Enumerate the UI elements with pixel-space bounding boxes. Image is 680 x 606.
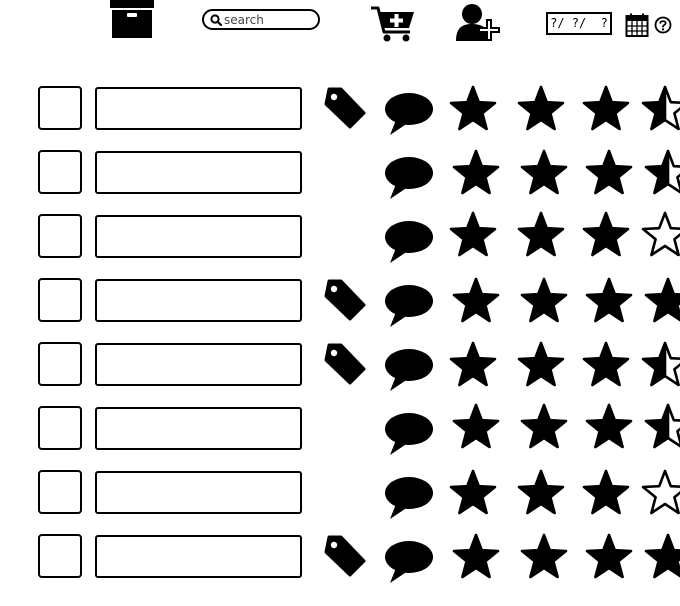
row-checkbox[interactable] bbox=[38, 342, 82, 386]
star-full-icon[interactable] bbox=[452, 533, 500, 579]
row-text-field[interactable] bbox=[95, 87, 302, 130]
list-item bbox=[0, 341, 680, 405]
star-full-icon[interactable] bbox=[585, 149, 633, 195]
comment-icon[interactable] bbox=[384, 539, 434, 585]
star-half-icon[interactable] bbox=[641, 341, 680, 387]
star-half-icon[interactable] bbox=[644, 149, 680, 195]
star-full-icon[interactable] bbox=[517, 85, 565, 131]
list-item bbox=[0, 533, 680, 597]
row-text-field[interactable] bbox=[95, 471, 302, 514]
row-checkbox[interactable] bbox=[38, 278, 82, 322]
star-full-icon[interactable] bbox=[449, 211, 497, 257]
tag-icon[interactable] bbox=[323, 278, 367, 322]
row-checkbox[interactable] bbox=[38, 214, 82, 258]
star-full-icon[interactable] bbox=[452, 277, 500, 323]
star-full-icon[interactable] bbox=[520, 403, 568, 449]
star-full-icon[interactable] bbox=[585, 403, 633, 449]
comment-icon[interactable] bbox=[384, 155, 434, 201]
tag-icon[interactable] bbox=[323, 86, 367, 130]
star-full-icon[interactable] bbox=[452, 149, 500, 195]
star-full-icon[interactable] bbox=[582, 211, 630, 257]
tag-icon[interactable] bbox=[323, 342, 367, 386]
star-full-icon[interactable] bbox=[517, 341, 565, 387]
list-item bbox=[0, 149, 680, 213]
star-full-icon[interactable] bbox=[644, 533, 680, 579]
star-full-icon[interactable] bbox=[520, 533, 568, 579]
comment-icon[interactable] bbox=[384, 347, 434, 393]
row-text-field[interactable] bbox=[95, 407, 302, 450]
row-checkbox[interactable] bbox=[38, 150, 82, 194]
add-user-icon[interactable] bbox=[455, 2, 505, 42]
row-checkbox[interactable] bbox=[38, 534, 82, 578]
help-icon[interactable] bbox=[654, 16, 672, 34]
tag-icon[interactable] bbox=[323, 534, 367, 578]
star-full-icon[interactable] bbox=[449, 469, 497, 515]
row-text-field[interactable] bbox=[95, 151, 302, 194]
comment-icon[interactable] bbox=[384, 283, 434, 329]
list-item bbox=[0, 211, 680, 277]
star-half-icon[interactable] bbox=[641, 85, 680, 131]
star-full-icon[interactable] bbox=[449, 85, 497, 131]
comment-icon[interactable] bbox=[384, 411, 434, 457]
calendar-icon[interactable] bbox=[625, 13, 649, 37]
star-full-icon[interactable] bbox=[585, 533, 633, 579]
row-text-field[interactable] bbox=[95, 343, 302, 386]
add-to-cart-icon[interactable] bbox=[370, 3, 418, 43]
star-empty-icon[interactable] bbox=[641, 211, 680, 257]
row-text-field[interactable] bbox=[95, 215, 302, 258]
star-full-icon[interactable] bbox=[585, 277, 633, 323]
row-checkbox[interactable] bbox=[38, 406, 82, 450]
comment-icon[interactable] bbox=[384, 475, 434, 521]
star-full-icon[interactable] bbox=[452, 403, 500, 449]
comment-icon[interactable] bbox=[384, 91, 434, 137]
star-full-icon[interactable] bbox=[582, 85, 630, 131]
search-box[interactable] bbox=[202, 9, 320, 30]
star-full-icon[interactable] bbox=[582, 469, 630, 515]
star-half-icon[interactable] bbox=[644, 403, 680, 449]
star-full-icon[interactable] bbox=[517, 211, 565, 257]
archive-box-icon[interactable] bbox=[109, 0, 155, 40]
list-item bbox=[0, 277, 680, 341]
row-text-field[interactable] bbox=[95, 535, 302, 578]
row-checkbox[interactable] bbox=[38, 86, 82, 130]
star-empty-icon[interactable] bbox=[641, 469, 680, 515]
star-full-icon[interactable] bbox=[520, 277, 568, 323]
star-full-icon[interactable] bbox=[520, 149, 568, 195]
list-item bbox=[0, 85, 680, 149]
star-full-icon[interactable] bbox=[644, 277, 680, 323]
search-icon bbox=[210, 14, 222, 26]
list-item bbox=[0, 469, 680, 533]
star-full-icon[interactable] bbox=[449, 341, 497, 387]
comment-icon[interactable] bbox=[384, 219, 434, 265]
search-input[interactable] bbox=[224, 11, 314, 28]
star-full-icon[interactable] bbox=[582, 341, 630, 387]
row-checkbox[interactable] bbox=[38, 470, 82, 514]
star-full-icon[interactable] bbox=[517, 469, 565, 515]
list-item bbox=[0, 403, 680, 469]
row-text-field[interactable] bbox=[95, 279, 302, 322]
date-field[interactable]: ?/ ?/ ? bbox=[546, 12, 612, 35]
